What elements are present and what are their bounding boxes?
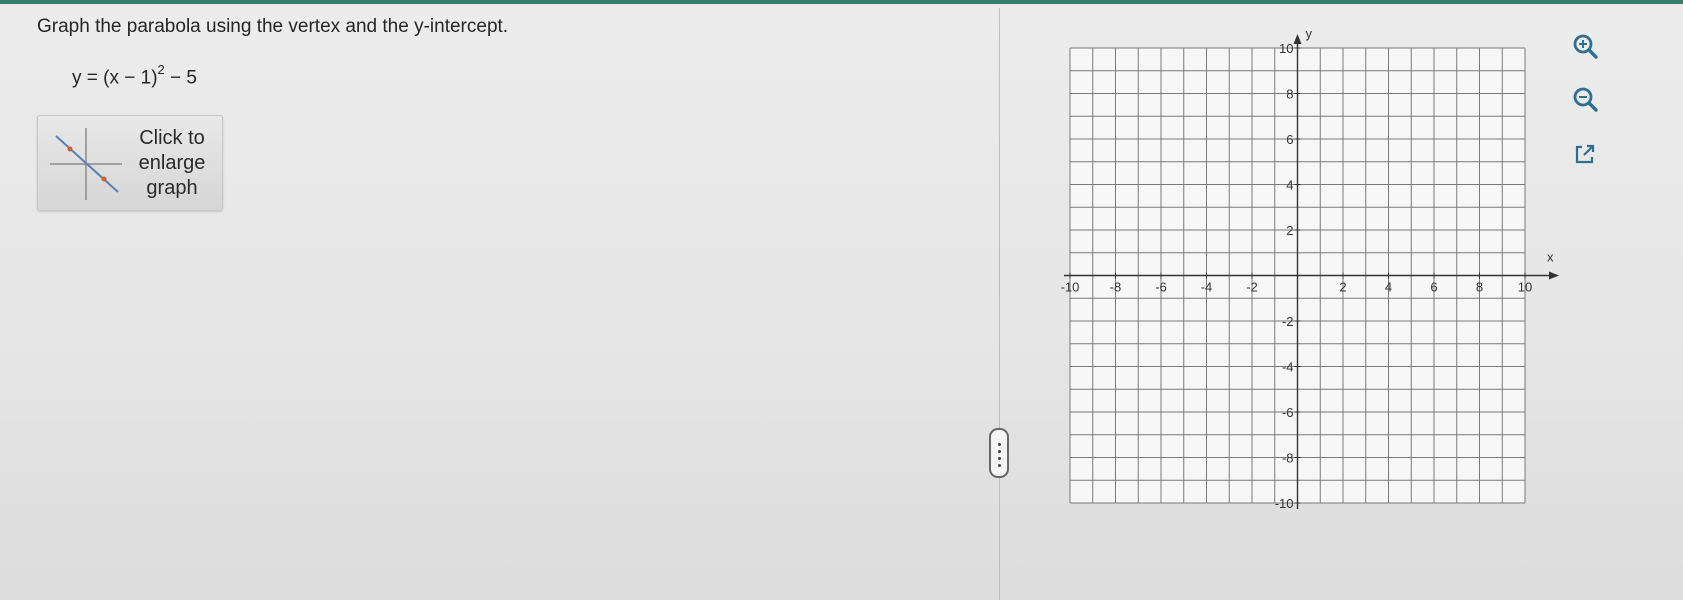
question-instruction: Graph the parabola using the vertex and … <box>37 16 509 37</box>
top-accent-strip <box>0 0 1683 4</box>
zoom-in-button[interactable] <box>1570 31 1600 61</box>
x-tick-label: -2 <box>1246 280 1258 295</box>
coordinate-grid[interactable]: x y -10 -8 -6 -4 -2 2 4 6 8 10 10 8 6 4 2 -2 -4 -6 -8 -10 <box>1050 26 1580 526</box>
enlarge-graph-label: Click to enlarge graph <box>126 126 218 201</box>
y-tick-label: -4 <box>1282 360 1294 375</box>
equation-tail: − 5 <box>164 67 197 89</box>
graph-thumbnail-icon <box>50 128 122 200</box>
y-tick-label: -8 <box>1282 451 1294 466</box>
y-axis-arrow <box>1293 34 1302 44</box>
equation-exponent: 2 <box>157 62 165 77</box>
x-tick-label: 10 <box>1518 280 1532 295</box>
zoom-out-icon <box>1573 87 1598 112</box>
y-tick-label: 10 <box>1279 41 1293 56</box>
x-tick-label: 2 <box>1339 280 1346 295</box>
enlarge-label-line1: Click to <box>139 127 205 149</box>
y-tick-label: -10 <box>1275 496 1294 511</box>
enlarge-label-line2: enlarge <box>138 152 206 174</box>
enlarge-label-line3: graph <box>146 177 198 199</box>
enlarge-graph-button[interactable]: Click to enlarge graph <box>37 115 223 211</box>
y-axis-label: y <box>1306 26 1313 41</box>
x-axis-arrow <box>1549 271 1559 280</box>
pane-resize-handle[interactable] <box>989 428 1009 478</box>
pane-divider <box>999 8 1000 600</box>
x-axis-label: x <box>1547 250 1554 265</box>
x-tick-label: -10 <box>1061 280 1080 295</box>
open-external-button[interactable] <box>1570 139 1600 169</box>
y-tick-label: 8 <box>1286 87 1293 102</box>
x-tick-label: -4 <box>1201 280 1213 295</box>
external-link-icon <box>1575 144 1595 164</box>
x-tick-label: 8 <box>1476 280 1483 295</box>
y-tick-label: 2 <box>1286 223 1293 238</box>
zoom-out-button[interactable] <box>1570 84 1600 114</box>
equation-main: y = (x − 1) <box>72 67 158 89</box>
y-tick-label: 4 <box>1286 178 1293 193</box>
x-tick-label: -8 <box>1110 280 1122 295</box>
y-tick-label: 6 <box>1286 132 1293 147</box>
equation: y = (x − 1)2 − 5 <box>72 62 197 89</box>
y-tick-label: -6 <box>1282 405 1294 420</box>
zoom-in-icon <box>1573 34 1598 59</box>
x-tick-label: -6 <box>1155 280 1167 295</box>
x-tick-label: 6 <box>1430 280 1437 295</box>
x-tick-label: 4 <box>1385 280 1392 295</box>
y-tick-label: -2 <box>1282 314 1294 329</box>
